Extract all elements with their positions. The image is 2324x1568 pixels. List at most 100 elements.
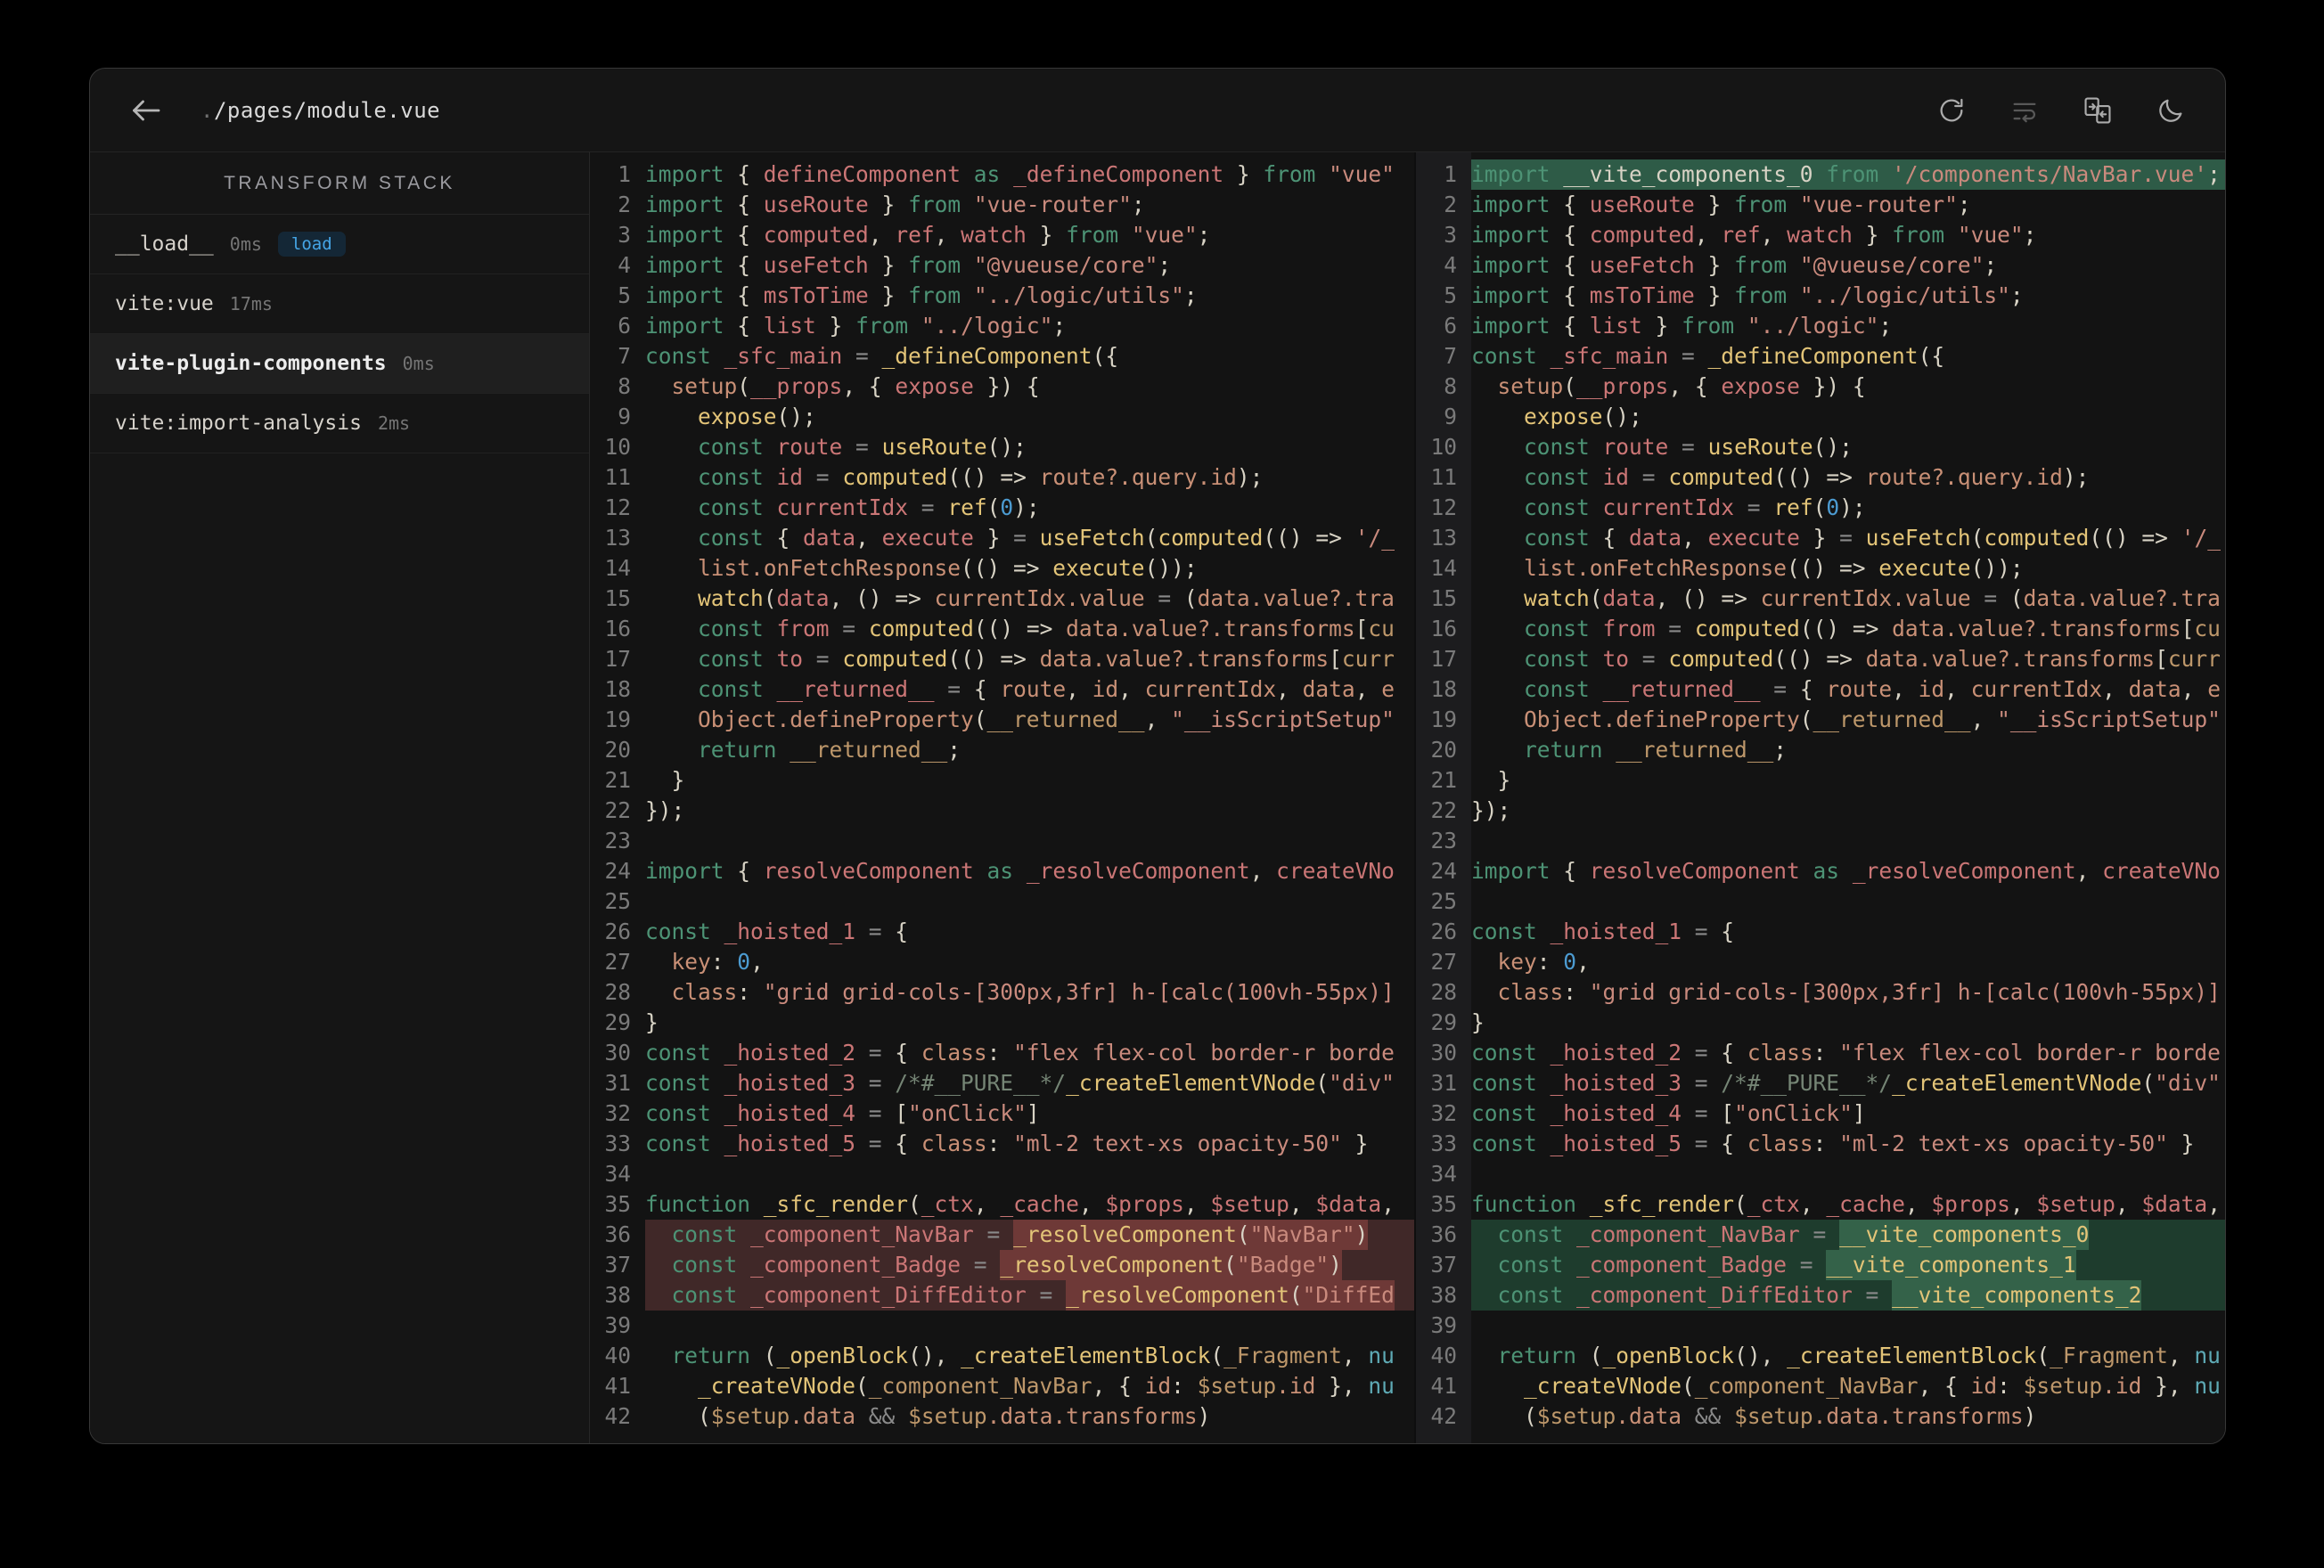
code-line: 25 — [590, 886, 1414, 917]
line-number: 1 — [1444, 161, 1457, 187]
code-text: return __returned__; — [698, 737, 962, 763]
line-number: 30 — [1430, 1040, 1457, 1066]
code-line: 9 expose(); — [590, 402, 1414, 432]
code-line: 20 return __returned__; — [1416, 735, 2225, 765]
code-text: import __vite_components_0 from '/compon… — [1471, 159, 2225, 190]
code-line: 31 const _hoisted_3 = /*#__PURE__*/_creat… — [1416, 1068, 2225, 1098]
line-number: 5 — [618, 282, 631, 308]
code-text: watch(data, () => currentIdx.value = (da… — [698, 585, 1395, 611]
code-line: 31 const _hoisted_3 = /*#__PURE__*/_creat… — [590, 1068, 1414, 1098]
code-line: 12 const currentIdx = ref(0); — [590, 493, 1414, 523]
code-line: 3 import { computed, ref, watch } from "v… — [1416, 220, 2225, 250]
line-number: 33 — [1430, 1131, 1457, 1156]
back-button[interactable] — [127, 93, 163, 128]
code-line: 39 — [1416, 1311, 2225, 1341]
code-line: 35 function _sfc_render(_ctx, _cache, $pr… — [590, 1189, 1414, 1220]
code-text: import { useFetch } from "@vueuse/core"; — [645, 252, 1172, 278]
code-text: const _hoisted_4 = ["onClick"] — [645, 1100, 1040, 1126]
code-text: return (_openBlock(), _createElementBloc… — [1497, 1343, 2221, 1368]
code-line: 40 return (_openBlock(), _createElementB… — [1416, 1341, 2225, 1371]
code-text: const __returned__ = { route, id, curren… — [698, 676, 1395, 702]
code-text: const _hoisted_2 = { class: "flex flex-c… — [1471, 1040, 2221, 1066]
code-text: _createVNode(_component_NavBar, { id: $s… — [698, 1373, 1395, 1399]
code-line: 37 const _component_Badge = _resolveComp… — [590, 1250, 1414, 1280]
code-line: 37 const _component_Badge = __vite_compo… — [1416, 1250, 2225, 1280]
code-line: 20 return __returned__; — [590, 735, 1414, 765]
code-line: 15 watch(data, () => currentIdx.value = … — [1416, 584, 2225, 614]
line-number: 8 — [1444, 373, 1457, 399]
code-line: 27 key: 0, — [590, 947, 1414, 977]
code-text: const from = computed(() => data.value?.… — [698, 616, 1395, 641]
code-line: 5 import { msToTime } from "../logic/util… — [590, 281, 1414, 311]
line-number: 21 — [604, 767, 631, 793]
code-line: 11 const id = computed(() => route?.quer… — [1416, 462, 2225, 493]
line-number: 7 — [1444, 343, 1457, 369]
code-line: 28 class: "grid grid-cols-[300px,3fr] h-… — [1416, 977, 2225, 1008]
code-text: _createVNode(_component_NavBar, { id: $s… — [1524, 1373, 2221, 1399]
code-line: 23 — [1416, 826, 2225, 856]
code-line: 14 list.onFetchResponse(() => execute())… — [590, 553, 1414, 584]
code-line: 42 ($setup.data && $setup.data.transform… — [590, 1401, 1414, 1432]
refresh-icon[interactable] — [1936, 95, 1967, 126]
sidebar-item-vite:import-analysis[interactable]: vite:import-analysis 2ms — [90, 394, 589, 453]
line-number: 31 — [604, 1070, 631, 1096]
code-text: const _hoisted_4 = ["onClick"] — [1471, 1100, 1866, 1126]
load-badge: load — [277, 232, 346, 257]
inspect-window: ./pages/module.vue TRANSFORM STACK __loa… — [89, 68, 2226, 1444]
code-text: const route = useRoute(); — [698, 434, 1027, 460]
code-pane-after[interactable]: 1 import __vite_components_0 from '/compo… — [1414, 152, 2225, 1443]
code-text: import { msToTime } from "../logic/utils… — [1471, 282, 2024, 308]
code-line: 11 const id = computed(() => route?.quer… — [590, 462, 1414, 493]
moon-icon[interactable] — [2156, 95, 2186, 126]
line-number: 39 — [1430, 1312, 1457, 1338]
line-number: 32 — [604, 1100, 631, 1126]
code-line: 41 _createVNode(_component_NavBar, { id:… — [1416, 1371, 2225, 1401]
line-number: 42 — [604, 1403, 631, 1429]
code-line: 38 const _component_DiffEditor = __vite_… — [1416, 1280, 2225, 1311]
code-line: 32 const _hoisted_4 = ["onClick"] — [1416, 1098, 2225, 1129]
code-text: import { useRoute } from "vue-router"; — [645, 192, 1145, 217]
line-number: 4 — [618, 252, 631, 278]
plugin-name: __load__ — [115, 233, 214, 256]
module-path-title: ./pages/module.vue — [200, 98, 440, 123]
code-line: 6 import { list } from "../logic"; — [1416, 311, 2225, 341]
line-number: 34 — [604, 1161, 631, 1187]
line-number: 41 — [604, 1373, 631, 1399]
code-text: } — [1471, 767, 1511, 793]
code-line: 22}); — [1416, 796, 2225, 826]
code-line: 6 import { list } from "../logic"; — [590, 311, 1414, 341]
code-line: 29} — [1416, 1008, 2225, 1038]
line-number: 18 — [1430, 676, 1457, 702]
code-text: import { computed, ref, watch } from "vu… — [1471, 222, 2037, 248]
sidebar-item-vite:vue[interactable]: vite:vue 17ms — [90, 274, 589, 334]
code-line: 38 const _component_DiffEditor = _resolv… — [590, 1280, 1414, 1311]
line-number: 28 — [604, 979, 631, 1005]
code-text: const id = computed(() => route?.query.i… — [698, 464, 1264, 490]
code-text: return (_openBlock(), _createElementBloc… — [671, 1343, 1395, 1368]
sidebar-item-__load__[interactable]: __load__ 0ms load — [90, 215, 589, 274]
line-number: 26 — [1430, 919, 1457, 944]
split-diff-icon[interactable] — [2083, 95, 2113, 126]
code-line: 1 import __vite_components_0 from '/compo… — [1416, 159, 2225, 190]
code-line: 28 class: "grid grid-cols-[300px,3fr] h-… — [590, 977, 1414, 1008]
code-pane-before[interactable]: 1 import { defineComponent as _defineComp… — [590, 152, 1414, 1443]
code-text: import { resolveComponent as _resolveCom… — [645, 858, 1395, 884]
code-line: 26 const _hoisted_1 = { — [1416, 917, 2225, 947]
module-path-root-dot: . — [200, 97, 214, 123]
code-line: 15 watch(data, () => currentIdx.value = … — [590, 584, 1414, 614]
code-line: 18 const __returned__ = { route, id, cur… — [1416, 674, 2225, 705]
code-text: }); — [645, 797, 685, 823]
line-number: 7 — [618, 343, 631, 369]
code-line: 14 list.onFetchResponse(() => execute())… — [1416, 553, 2225, 584]
code-line: 3 import { computed, ref, watch } from "v… — [590, 220, 1414, 250]
code-line: 16 const from = computed(() => data.valu… — [1416, 614, 2225, 644]
code-text: const _component_Badge = __vite_componen… — [1471, 1250, 2225, 1280]
code-line: 23 — [590, 826, 1414, 856]
wrap-lines-icon[interactable] — [2009, 95, 2040, 126]
line-number: 41 — [1430, 1373, 1457, 1399]
code-line: 4 import { useFetch } from "@vueuse/core"… — [1416, 250, 2225, 281]
sidebar-item-vite-plugin-components[interactable]: vite-plugin-components 0ms — [90, 334, 589, 394]
line-number: 2 — [618, 192, 631, 217]
line-number: 37 — [604, 1252, 631, 1278]
